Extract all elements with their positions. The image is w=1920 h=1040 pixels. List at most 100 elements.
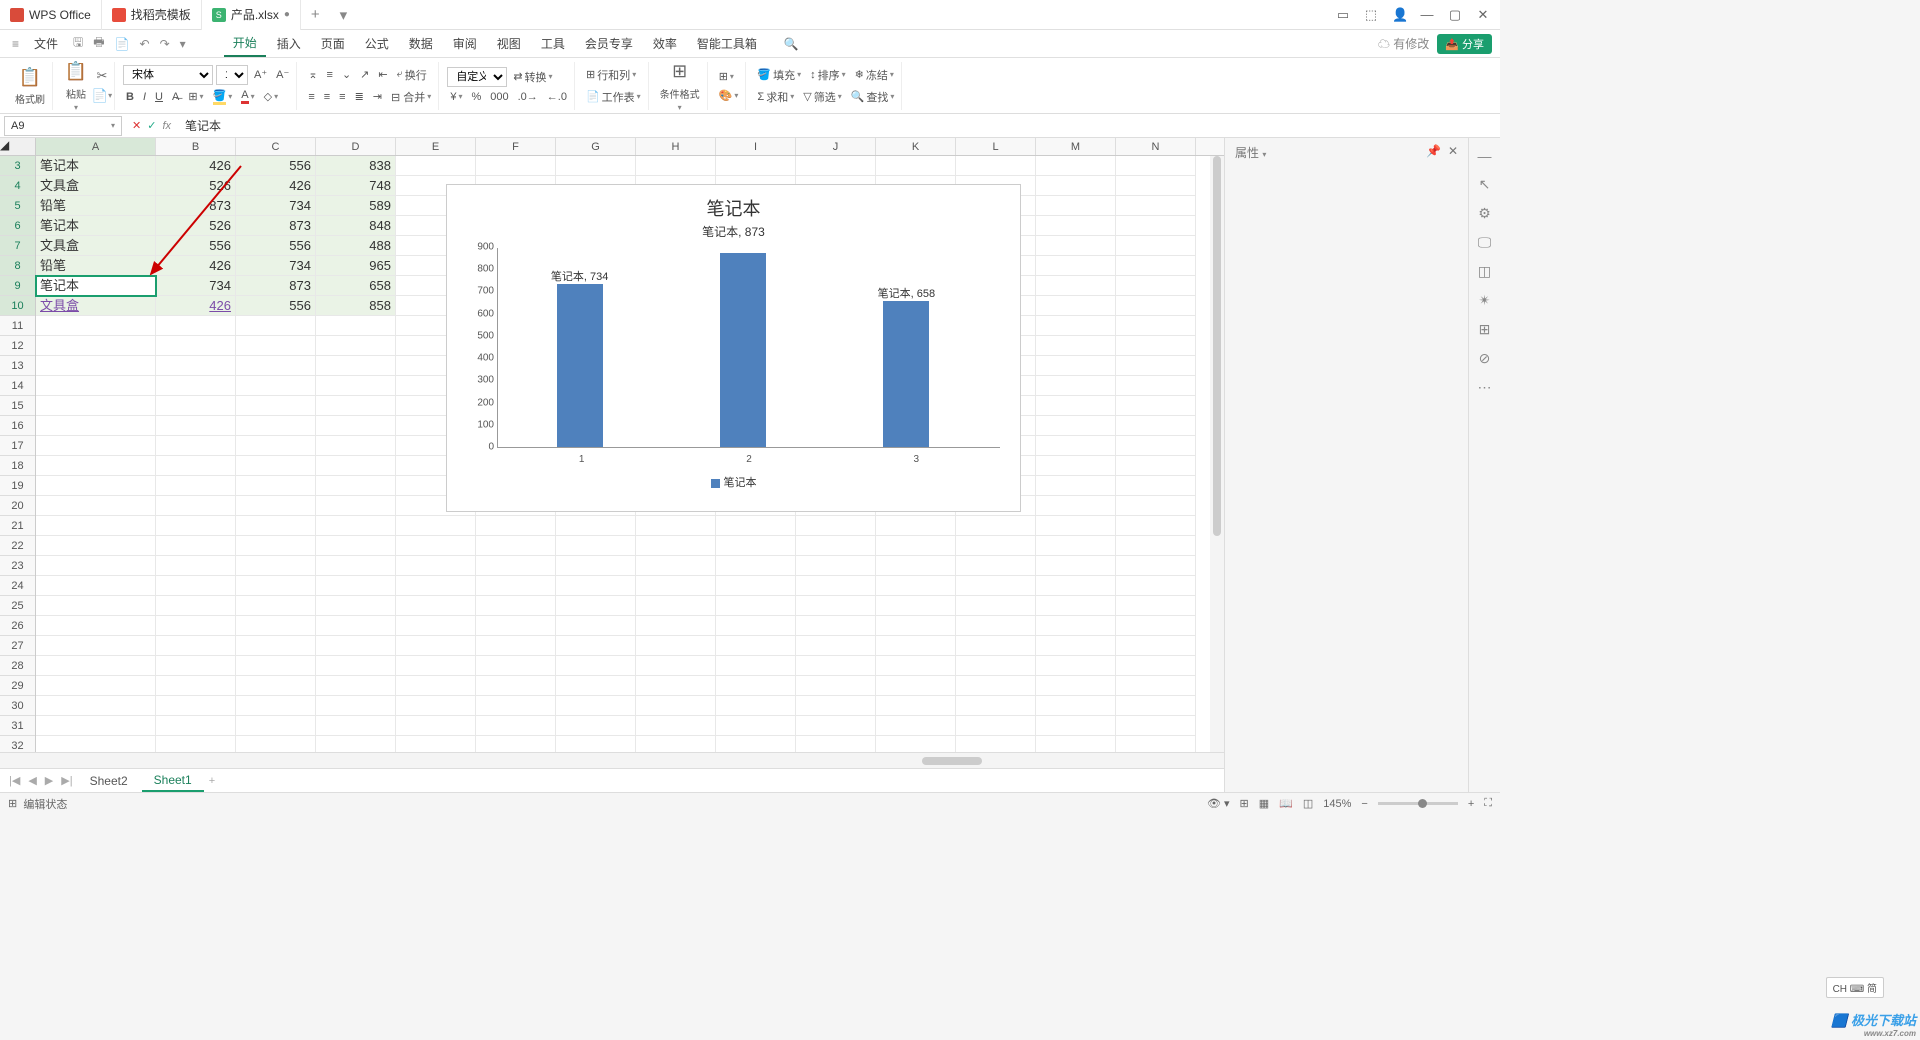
cell[interactable] [316,456,396,476]
user-avatar-icon[interactable]: 👤 [1392,7,1406,23]
menu-file[interactable]: 文件 [25,31,67,56]
find-button[interactable]: 🔍 查找▾ [848,87,898,107]
cell[interactable] [36,476,156,496]
font-size-select[interactable]: 11 [216,65,248,85]
cell[interactable] [1036,296,1116,316]
cell[interactable] [716,716,796,736]
cell[interactable] [556,576,636,596]
cell[interactable] [156,516,236,536]
cell[interactable] [36,736,156,752]
cell[interactable] [876,556,956,576]
cell[interactable]: 文具盒 [36,176,156,196]
cell[interactable] [1116,256,1196,276]
row-header[interactable]: 26 [0,616,35,636]
search-icon[interactable]: 🔍 [780,35,803,53]
cell[interactable] [1036,576,1116,596]
zoom-in-button[interactable]: + [1468,798,1474,810]
view-eye-icon[interactable]: 👁 ▾ [1207,797,1230,810]
print-icon[interactable]: 🖶 [89,31,108,56]
minimize-button[interactable]: — [1420,7,1434,22]
cell[interactable] [796,736,876,752]
cell[interactable] [316,496,396,516]
cell[interactable] [236,696,316,716]
cell[interactable] [796,556,876,576]
cell[interactable]: 426 [156,156,236,176]
menu-efficiency[interactable]: 效率 [644,31,686,56]
row-header[interactable]: 8 [0,256,35,276]
cell[interactable] [876,516,956,536]
cell[interactable] [1036,636,1116,656]
redo-icon[interactable]: ↷ [156,35,174,53]
cell[interactable] [1116,536,1196,556]
cell[interactable]: 笔记本 [36,156,156,176]
row-header[interactable]: 32 [0,736,35,752]
increase-font-button[interactable]: A⁺ [251,66,270,83]
cell[interactable] [1116,156,1196,176]
cell[interactable] [156,616,236,636]
font-color-button[interactable]: A▾ [238,87,257,106]
cell[interactable]: 556 [156,236,236,256]
cell[interactable] [796,596,876,616]
cell[interactable] [1036,176,1116,196]
cell[interactable] [876,616,956,636]
cell[interactable] [236,356,316,376]
cell[interactable] [716,616,796,636]
freeze-button[interactable]: ❄ 冻结▾ [852,65,897,85]
cell[interactable] [36,316,156,336]
fx-icon[interactable]: fx [162,120,171,132]
menu-member[interactable]: 会员专享 [576,31,642,56]
percent-button[interactable]: % [468,89,484,105]
number-format-select[interactable]: 自定义 [447,67,507,87]
cell[interactable] [1116,596,1196,616]
cell[interactable]: 文具盒 [36,236,156,256]
col-header-D[interactable]: D [316,138,396,155]
undo-dropdown[interactable]: ▾ [176,35,190,53]
cell[interactable] [1116,736,1196,752]
indent-left-button[interactable]: ⇤ [375,66,390,83]
name-box[interactable]: A9▾ [4,116,122,136]
cell[interactable] [1036,716,1116,736]
cell[interactable] [1116,616,1196,636]
cell[interactable] [1116,296,1196,316]
cell[interactable] [316,716,396,736]
cell[interactable] [1036,276,1116,296]
menu-formula[interactable]: 公式 [356,31,398,56]
cell[interactable] [316,736,396,752]
add-sheet-button[interactable]: + [206,775,218,787]
cell[interactable] [396,636,476,656]
cell[interactable] [316,536,396,556]
cell[interactable] [716,696,796,716]
cell[interactable] [1036,536,1116,556]
tab-wps-office[interactable]: WPS Office [0,0,102,30]
row-header[interactable]: 27 [0,636,35,656]
row-header[interactable]: 4 [0,176,35,196]
cell[interactable] [716,736,796,752]
vertical-scrollbar[interactable] [1210,156,1224,752]
cell[interactable] [36,376,156,396]
cell[interactable] [396,516,476,536]
row-header[interactable]: 25 [0,596,35,616]
cell[interactable] [476,516,556,536]
cell[interactable]: 748 [316,176,396,196]
merge-button[interactable]: ⊟ 合并▾ [388,87,434,107]
new-tab-button[interactable]: + [301,6,330,23]
strike-button[interactable]: A̶ [169,89,182,105]
tab-templates[interactable]: 找稻壳模板 [102,0,202,30]
cell[interactable] [36,436,156,456]
cell[interactable] [796,536,876,556]
cell[interactable] [556,736,636,752]
cell[interactable] [1036,736,1116,752]
cell[interactable] [1036,316,1116,336]
cell[interactable] [956,676,1036,696]
tab-document[interactable]: S产品.xlsx● [202,0,301,30]
cell[interactable] [716,556,796,576]
row-header[interactable]: 31 [0,716,35,736]
cell[interactable] [1116,556,1196,576]
rail-select-icon[interactable]: ↖ [1479,176,1491,193]
cell[interactable] [556,156,636,176]
cell[interactable] [636,516,716,536]
view-split-icon[interactable]: ◫ [1303,797,1313,810]
cell[interactable] [636,616,716,636]
cell[interactable] [956,156,1036,176]
cell[interactable]: 笔记本 [36,216,156,236]
